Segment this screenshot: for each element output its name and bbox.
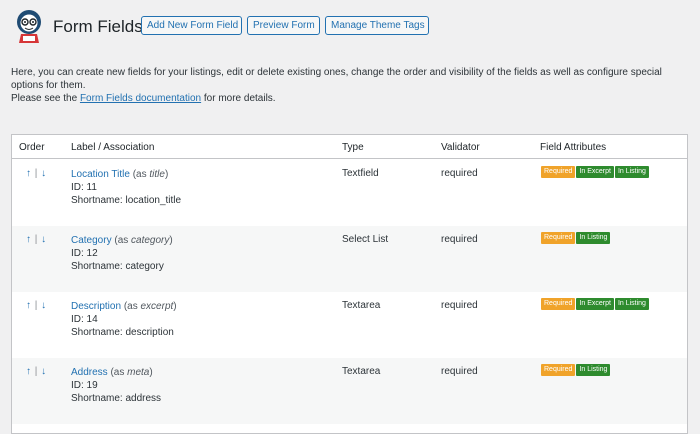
column-header-label: Label / Association bbox=[71, 142, 155, 153]
association-value: category bbox=[131, 235, 170, 246]
field-type: Textarea bbox=[342, 366, 381, 377]
field-name-link[interactable]: Address bbox=[71, 367, 108, 378]
field-association: (as meta) bbox=[110, 367, 152, 378]
intro-text: Here, you can create new fields for your… bbox=[11, 66, 691, 105]
preview-form-button[interactable]: Preview Form bbox=[247, 16, 320, 35]
field-attributes: Required In Excerpt In Listing bbox=[541, 298, 650, 310]
move-down-arrow-icon[interactable]: ↓ bbox=[41, 168, 46, 179]
in-excerpt-badge: In Excerpt bbox=[576, 298, 614, 310]
order-controls: ↑ | ↓ bbox=[26, 234, 46, 245]
move-up-arrow-icon[interactable]: ↑ bbox=[26, 234, 31, 245]
field-shortname: Shortname: address bbox=[71, 393, 162, 404]
required-badge: Required bbox=[541, 298, 576, 310]
field-type: Select List bbox=[342, 234, 389, 245]
table-row: ↑ | ↓ Description (as excerpt) ID: 14 Sh… bbox=[12, 292, 687, 358]
in-listing-badge: In Listing bbox=[576, 364, 611, 376]
association-value: excerpt bbox=[140, 301, 174, 312]
column-header-field-attributes: Field Attributes bbox=[540, 142, 607, 153]
association-value: title bbox=[149, 169, 165, 180]
order-controls: ↑ | ↓ bbox=[26, 300, 46, 311]
association-suffix: ) bbox=[164, 169, 169, 180]
move-down-arrow-icon[interactable]: ↓ bbox=[41, 366, 46, 377]
association-value: meta bbox=[127, 367, 150, 378]
move-up-arrow-icon[interactable]: ↑ bbox=[26, 366, 31, 377]
field-id: ID: 19 bbox=[71, 380, 98, 391]
field-shortname: Shortname: category bbox=[71, 261, 164, 272]
association-prefix: (as bbox=[132, 169, 150, 180]
field-association: (as excerpt) bbox=[124, 301, 177, 312]
field-validator: required bbox=[441, 168, 478, 179]
required-badge: Required bbox=[541, 232, 576, 244]
intro-line-1: Here, you can create new fields for your… bbox=[11, 67, 662, 91]
in-listing-badge: In Listing bbox=[576, 232, 611, 244]
page-header: Form Fields Add New Form Field Preview F… bbox=[13, 8, 693, 44]
order-controls: ↑ | ↓ bbox=[26, 366, 46, 377]
field-name-link[interactable]: Location Title bbox=[71, 169, 130, 180]
field-attributes: Required In Listing bbox=[541, 364, 611, 376]
field-label-cell: Description (as excerpt) ID: 14 Shortnam… bbox=[71, 300, 177, 339]
table-row: ↑ | ↓ Category (as category) ID: 12 Shor… bbox=[12, 226, 687, 292]
table-row: ↑ | ↓ Location Title (as title) ID: 11 S… bbox=[12, 160, 687, 226]
required-badge: Required bbox=[541, 364, 576, 376]
move-up-arrow-icon[interactable]: ↑ bbox=[26, 300, 31, 311]
field-shortname: Shortname: description bbox=[71, 327, 174, 338]
field-id: ID: 11 bbox=[71, 182, 97, 193]
field-label-cell: Category (as category) ID: 12 Shortname:… bbox=[71, 234, 173, 273]
field-label-cell: Address (as meta) ID: 19 Shortname: addr… bbox=[71, 366, 161, 405]
field-id: ID: 12 bbox=[71, 248, 98, 259]
form-fields-documentation-link[interactable]: Form Fields documentation bbox=[80, 93, 201, 104]
field-attributes: Required In Excerpt In Listing bbox=[541, 166, 650, 178]
field-attributes: Required In Listing bbox=[541, 232, 611, 244]
column-header-validator: Validator bbox=[441, 142, 480, 153]
association-suffix: ) bbox=[173, 301, 177, 312]
field-name-link[interactable]: Category bbox=[71, 235, 112, 246]
association-suffix: ) bbox=[149, 367, 153, 378]
column-header-order: Order bbox=[19, 142, 45, 153]
form-fields-table: Order Label / Association Type Validator… bbox=[11, 134, 688, 434]
intro-prefix: Please see the bbox=[11, 93, 80, 104]
field-label-cell: Location Title (as title) ID: 11 Shortna… bbox=[71, 168, 181, 207]
field-association: (as category) bbox=[114, 235, 172, 246]
intro-line-2: Please see the Form Fields documentation… bbox=[11, 92, 691, 105]
field-validator: required bbox=[441, 300, 478, 311]
page-title: Form Fields bbox=[53, 17, 143, 36]
table-header: Order Label / Association Type Validator… bbox=[12, 135, 687, 159]
association-prefix: (as bbox=[114, 235, 132, 246]
field-shortname: Shortname: location_title bbox=[71, 195, 182, 206]
manage-theme-tags-button[interactable]: Manage Theme Tags bbox=[325, 16, 429, 35]
field-type: Textfield bbox=[342, 168, 379, 179]
intro-suffix: for more details. bbox=[201, 93, 276, 104]
in-listing-badge: In Listing bbox=[614, 166, 649, 178]
field-association: (as title) bbox=[133, 169, 169, 180]
order-controls: ↑ | ↓ bbox=[26, 168, 46, 179]
in-excerpt-badge: In Excerpt bbox=[576, 166, 614, 178]
table-row: ↑ | ↓ Address (as meta) ID: 19 Shortname… bbox=[12, 358, 687, 424]
move-down-arrow-icon[interactable]: ↓ bbox=[41, 300, 46, 311]
add-new-form-field-button[interactable]: Add New Form Field bbox=[141, 16, 242, 35]
move-up-arrow-icon[interactable]: ↑ bbox=[26, 168, 31, 179]
move-down-arrow-icon[interactable]: ↓ bbox=[41, 234, 46, 245]
field-name-link[interactable]: Description bbox=[71, 301, 121, 312]
arrow-separator: | bbox=[34, 366, 38, 377]
field-validator: required bbox=[441, 234, 478, 245]
association-prefix: (as bbox=[110, 367, 128, 378]
ninja-mascot-icon bbox=[17, 10, 41, 43]
association-suffix: ) bbox=[169, 235, 173, 246]
association-prefix: (as bbox=[123, 301, 141, 312]
arrow-separator: | bbox=[34, 300, 38, 311]
arrow-separator: | bbox=[34, 234, 38, 245]
in-listing-badge: In Listing bbox=[614, 298, 649, 310]
required-badge: Required bbox=[541, 166, 576, 178]
field-id: ID: 14 bbox=[71, 314, 98, 325]
column-header-type: Type bbox=[342, 142, 364, 153]
field-type: Textarea bbox=[342, 300, 381, 311]
field-validator: required bbox=[441, 366, 478, 377]
arrow-separator: | bbox=[34, 168, 38, 179]
